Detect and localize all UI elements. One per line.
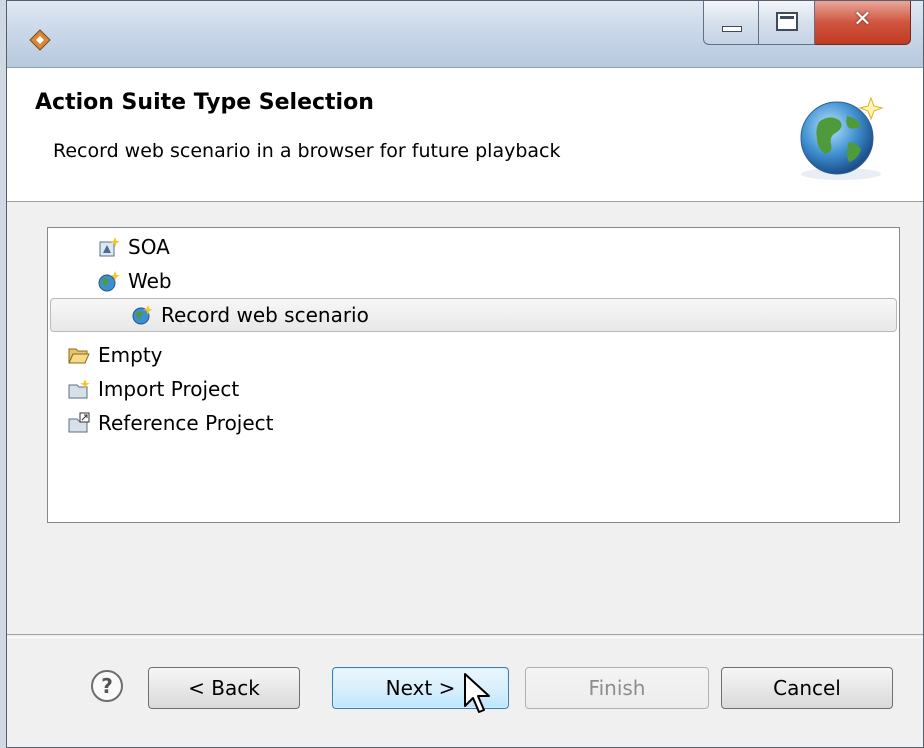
suite-type-tree[interactable]: SOA Web Record web scenario Empty Import… xyxy=(47,227,900,523)
tree-item-import-project[interactable]: Import Project xyxy=(68,372,239,406)
tree-item-label: Web xyxy=(128,269,172,293)
close-button[interactable]: ✕ xyxy=(815,1,911,45)
soa-wizard-icon xyxy=(99,237,120,257)
wizard-header: Action Suite Type Selection Record web s… xyxy=(7,68,923,202)
back-button[interactable]: < Back xyxy=(148,667,300,709)
minimize-button[interactable] xyxy=(703,1,759,45)
tree-item-label: SOA xyxy=(128,235,170,259)
tree-item-reference-project[interactable]: Reference Project xyxy=(68,406,274,440)
title-bar[interactable]: ✕ xyxy=(7,1,923,68)
record-web-icon xyxy=(132,305,153,325)
tree-item-web[interactable]: Web xyxy=(98,264,172,298)
close-icon: ✕ xyxy=(853,7,872,32)
wizard-window: ✕ Action Suite Type Selection Record web… xyxy=(6,0,924,748)
tree-item-label: Empty xyxy=(98,343,163,367)
help-icon: ? xyxy=(101,674,113,698)
window-controls: ✕ xyxy=(703,1,911,51)
page-description: Record web scenario in a browser for fut… xyxy=(53,140,561,162)
tree-item-label: Reference Project xyxy=(98,411,274,435)
page-title: Action Suite Type Selection xyxy=(35,90,374,115)
cancel-button[interactable]: Cancel xyxy=(721,667,893,709)
globe-wizard-icon xyxy=(800,96,884,180)
minimize-icon xyxy=(722,26,742,32)
mouse-pointer-icon xyxy=(464,673,490,713)
button-bar-separator xyxy=(7,634,923,638)
tree-item-soa[interactable]: SOA xyxy=(98,230,170,264)
import-project-icon xyxy=(68,379,90,399)
open-folder-icon xyxy=(68,348,90,364)
tree-item-label: Record web scenario xyxy=(161,303,369,327)
maximize-icon xyxy=(776,12,798,31)
maximize-button[interactable] xyxy=(759,1,815,45)
app-diamond-icon xyxy=(29,29,51,51)
reference-project-icon xyxy=(68,412,90,433)
tree-item-label: Import Project xyxy=(98,377,240,401)
web-wizard-icon xyxy=(98,271,120,292)
tree-item-empty[interactable]: Empty xyxy=(68,338,163,372)
tree-item-record-web-scenario[interactable]: Record web scenario xyxy=(50,298,897,332)
help-button[interactable]: ? xyxy=(90,669,124,703)
finish-button[interactable]: Finish xyxy=(525,667,709,709)
